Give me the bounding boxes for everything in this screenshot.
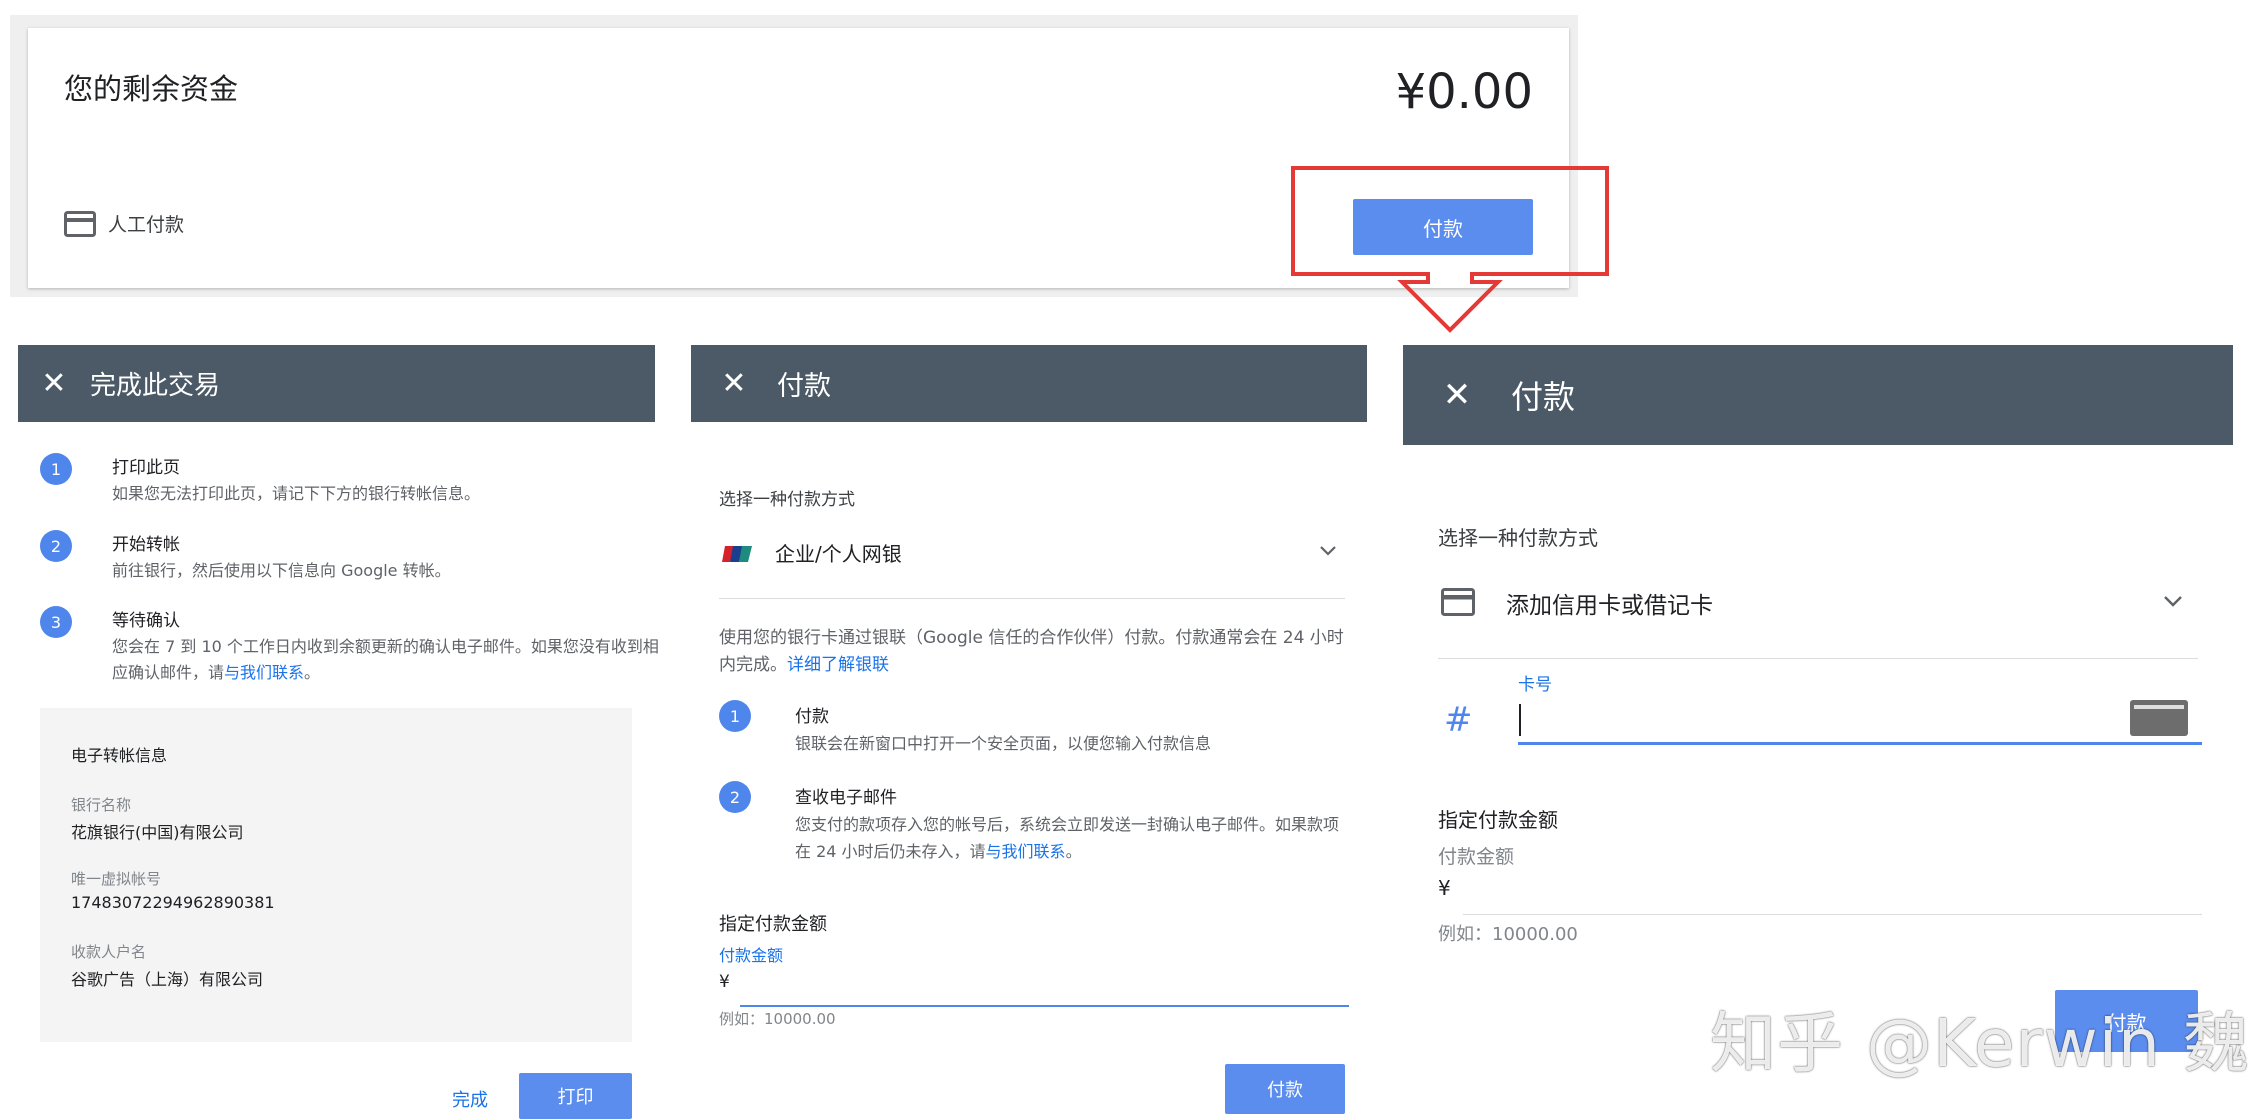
payment-method-select[interactable]: 企业/个人网银 <box>719 530 1345 599</box>
amount-input[interactable] <box>740 975 1349 1007</box>
amount-field-label: 付款金额 <box>1438 846 1515 868</box>
step-number: 1 <box>719 700 751 732</box>
bank-name-value: 花旗银行(中国)有限公司 <box>71 823 244 842</box>
currency-symbol: ¥ <box>719 972 730 992</box>
pay-button[interactable]: 付款 <box>1225 1064 1345 1114</box>
step-title: 付款 <box>795 707 829 727</box>
learn-more-link[interactable]: 详细了解银联 <box>787 655 889 675</box>
manual-payment-text: 人工付款 <box>108 214 185 236</box>
step-number: 3 <box>40 606 72 638</box>
amount-field-label: 付款金额 <box>719 946 784 965</box>
close-icon[interactable]: ✕ <box>1403 375 1511 415</box>
dialog-title: 完成此交易 <box>90 371 221 401</box>
credit-card-icon <box>1441 588 1475 620</box>
unionpay-description: 使用您的银行卡通过银联（Google 信任的合作伙伴）付款。付款通常会在 24 … <box>719 625 1345 679</box>
step-title: 开始转帐 <box>112 535 180 555</box>
account-number-value: 17483072294962890381 <box>71 893 275 912</box>
step-description: 如果您无法打印此页，请记下下方的银行转帐信息。 <box>112 484 481 503</box>
step-title: 等待确认 <box>112 611 180 631</box>
step-description: 银联会在新窗口中打开一个安全页面，以便您输入付款信息 <box>795 734 1212 753</box>
dialog-title: 付款 <box>777 371 831 402</box>
complete-transaction-header: ✕ 完成此交易 <box>18 345 655 422</box>
dialog-title: 付款 <box>1511 378 1576 416</box>
step-description: 您会在 7 到 10 个工作日内收到余额更新的确认电子邮件。如果您没有收到相应确… <box>112 634 672 686</box>
contact-us-link[interactable]: 与我们联系 <box>986 842 1066 861</box>
amount-input[interactable] <box>1463 882 2202 915</box>
close-icon[interactable]: ✕ <box>691 366 777 401</box>
step-description: 前往银行，然后使用以下信息向 Google 转帐。 <box>112 561 451 580</box>
amount-section-title: 指定付款金额 <box>719 914 827 935</box>
step-number: 2 <box>719 781 751 813</box>
text-cursor <box>1519 704 1521 736</box>
currency-symbol: ¥ <box>1438 876 1451 900</box>
card-placeholder-icon <box>2130 700 2188 740</box>
credit-card-icon <box>64 210 96 237</box>
amount-hint: 例如：10000.00 <box>719 1010 836 1028</box>
balance-amount: ¥0.00 <box>1395 64 1533 120</box>
step-description: 您支付的款项存入您的帐号后，系统会立即发送一封确认电子邮件。如果款项在 24 小… <box>795 811 1349 865</box>
close-icon[interactable]: ✕ <box>18 366 90 401</box>
contact-us-link[interactable]: 与我们联系 <box>224 663 304 682</box>
step-description-suffix: 。 <box>304 663 321 682</box>
step-number: 1 <box>40 453 72 485</box>
selected-method-text: 添加信用卡或借记卡 <box>1506 593 1713 619</box>
step-description-suffix: 。 <box>1065 842 1082 861</box>
transfer-info-panel: 电子转帐信息 银行名称 花旗银行(中国)有限公司 唯一虚拟帐号 17483072… <box>40 708 632 1042</box>
unionpay-icon <box>722 544 752 568</box>
chevron-down-icon <box>2160 588 2186 618</box>
step-description-text: 您会在 7 到 10 个工作日内收到余额更新的确认电子邮件。如果您没有收到相应确… <box>112 637 659 682</box>
print-button[interactable]: 打印 <box>519 1073 632 1119</box>
card-number-input[interactable] <box>1518 696 2202 745</box>
amount-section-title: 指定付款金额 <box>1438 808 1558 832</box>
choose-method-label: 选择一种付款方式 <box>1438 526 1598 550</box>
payee-name-value: 谷歌广告（上海）有限公司 <box>71 970 264 989</box>
balance-title: 您的剩余资金 <box>64 72 239 106</box>
card-number-label: 卡号 <box>1518 675 1552 695</box>
amount-hint: 例如：10000.00 <box>1438 924 1578 945</box>
step-title: 打印此页 <box>112 458 180 478</box>
payment-method-select[interactable]: 添加信用卡或借记卡 <box>1438 572 2198 659</box>
choose-method-label: 选择一种付款方式 <box>719 490 855 510</box>
chevron-down-icon <box>1317 540 1339 566</box>
bank-name-label: 银行名称 <box>71 796 132 814</box>
done-button[interactable]: 完成 <box>452 1086 488 1112</box>
transfer-info-heading: 电子转帐信息 <box>71 746 168 765</box>
pay-card-header: ✕ 付款 <box>1403 345 2233 445</box>
pay-bank-header: ✕ 付款 <box>691 345 1367 422</box>
account-number-label: 唯一虚拟帐号 <box>71 870 162 888</box>
watermark-text: 知乎 @Kerwin 魏 <box>1710 1005 2250 1082</box>
payee-name-label: 收款人户名 <box>71 943 147 961</box>
step-title: 查收电子邮件 <box>795 788 897 808</box>
red-annotation-arrow <box>1291 166 1609 333</box>
hash-icon: # <box>1444 700 1473 740</box>
manual-payment-label: 人工付款 <box>64 210 184 237</box>
step-number: 2 <box>40 530 72 562</box>
selected-method-text: 企业/个人网银 <box>775 542 902 566</box>
